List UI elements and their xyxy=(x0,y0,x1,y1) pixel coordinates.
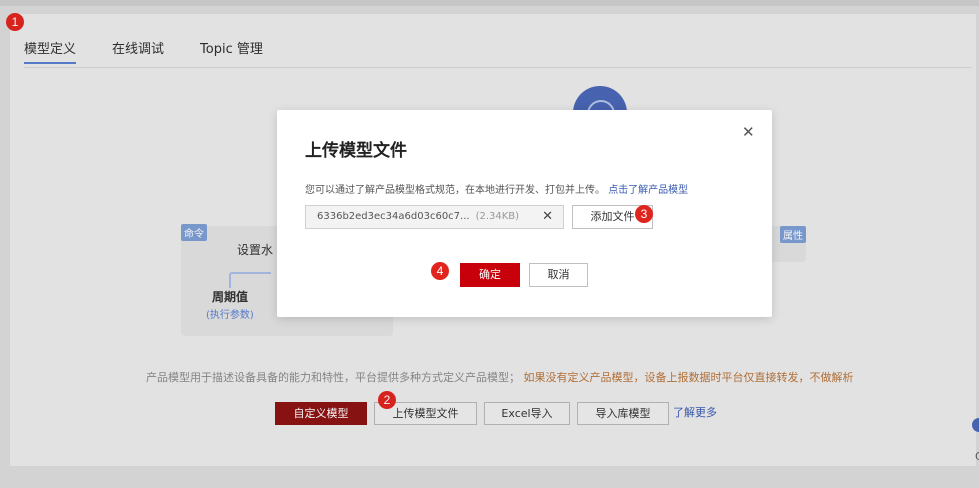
dialog-description: 您可以通过了解产品模型格式规范，在本地进行开发、打包并上传。 点击了解产品模型 xyxy=(305,181,688,196)
upload-model-dialog: 上传模型文件 ✕ 您可以通过了解产品模型格式规范，在本地进行开发、打包并上传。 … xyxy=(277,110,772,317)
cancel-button[interactable]: 取消 xyxy=(529,263,588,287)
dialog-description-text: 您可以通过了解产品模型格式规范，在本地进行开发、打包并上传。 xyxy=(305,185,605,196)
close-icon[interactable]: ✕ xyxy=(742,123,755,141)
confirm-button[interactable]: 确定 xyxy=(460,263,520,287)
remove-file-icon[interactable]: ✕ xyxy=(542,206,553,228)
selected-file-field: 6336b2ed3ec34a6d03c60c7... (2.34KB) ✕ xyxy=(305,205,564,229)
dialog-title: 上传模型文件 xyxy=(305,141,407,161)
step-badge-3: 3 xyxy=(635,205,653,223)
step-badge-4: 4 xyxy=(431,262,449,280)
learn-product-model-link[interactable]: 点击了解产品模型 xyxy=(608,185,688,196)
file-name: 6336b2ed3ec34a6d03c60c7... xyxy=(317,211,470,222)
file-size: (2.34KB) xyxy=(475,211,520,222)
